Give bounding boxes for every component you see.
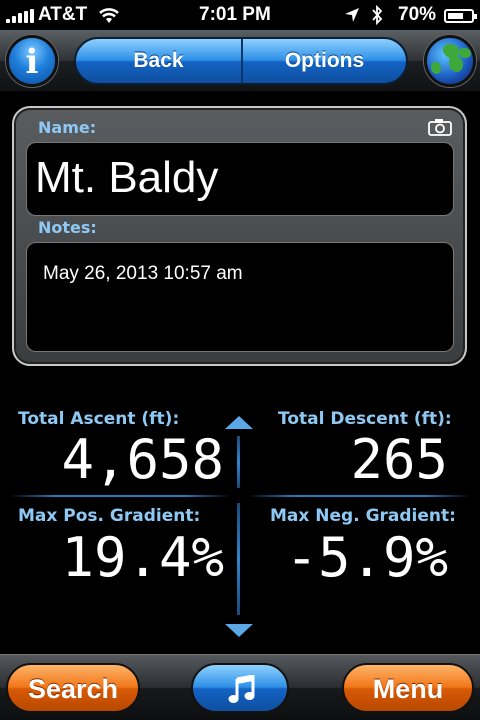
scroll-down-arrow-icon[interactable] — [225, 624, 253, 637]
status-bar: AT&T 7:01 PM 70% — [0, 0, 480, 30]
location-arrow-icon — [345, 8, 359, 22]
scroll-up-arrow-icon[interactable] — [225, 416, 253, 429]
notes-label: Notes: — [38, 218, 97, 237]
battery-percent: 70% — [398, 4, 437, 25]
battery-icon — [444, 9, 477, 23]
total-descent-value: 265 — [350, 428, 448, 491]
battery-fill — [448, 13, 463, 19]
waypoint-panel: Name: Mt. Baldy Notes: May 26, 2013 10:5… — [12, 106, 467, 366]
horizontal-divider — [248, 495, 470, 497]
total-descent-label: Total Descent (ft): — [278, 409, 452, 429]
segmented-control: Back Options — [74, 37, 408, 85]
globe-button[interactable] — [424, 35, 476, 87]
music-note-icon — [228, 675, 255, 703]
top-toolbar: i Back Options — [0, 30, 480, 92]
name-field[interactable]: Mt. Baldy — [26, 142, 454, 216]
vertical-divider — [237, 436, 240, 488]
name-label: Name: — [38, 118, 97, 137]
options-button[interactable]: Options — [241, 39, 406, 83]
info-icon: i — [25, 42, 39, 82]
total-ascent-label: Total Ascent (ft): — [18, 409, 180, 429]
camera-icon[interactable] — [428, 118, 452, 136]
notes-value: May 26, 2013 10:57 am — [43, 263, 243, 284]
carrier-name: AT&T — [38, 4, 88, 25]
notes-field[interactable]: May 26, 2013 10:57 am — [26, 242, 454, 352]
wifi-icon — [99, 8, 119, 23]
max-pos-gradient-label: Max Pos. Gradient: — [18, 506, 201, 526]
search-button[interactable]: Search — [6, 663, 140, 713]
name-value: Mt. Baldy — [35, 153, 219, 202]
max-pos-gradient-value: 19.4% — [61, 526, 224, 589]
vertical-divider — [237, 503, 240, 615]
music-button[interactable] — [191, 663, 289, 713]
status-time: 7:01 PM — [199, 4, 271, 25]
info-button[interactable]: i — [6, 35, 58, 87]
bluetooth-icon — [372, 4, 383, 26]
menu-button[interactable]: Menu — [342, 663, 474, 713]
back-button[interactable]: Back — [76, 39, 241, 83]
bottom-toolbar: Search Menu — [0, 654, 480, 720]
max-neg-gradient-value: -5.9% — [285, 526, 448, 589]
total-ascent-value: 4,658 — [61, 428, 224, 491]
horizontal-divider — [10, 495, 230, 497]
max-neg-gradient-label: Max Neg. Gradient: — [270, 506, 456, 526]
signal-icon — [6, 9, 36, 23]
